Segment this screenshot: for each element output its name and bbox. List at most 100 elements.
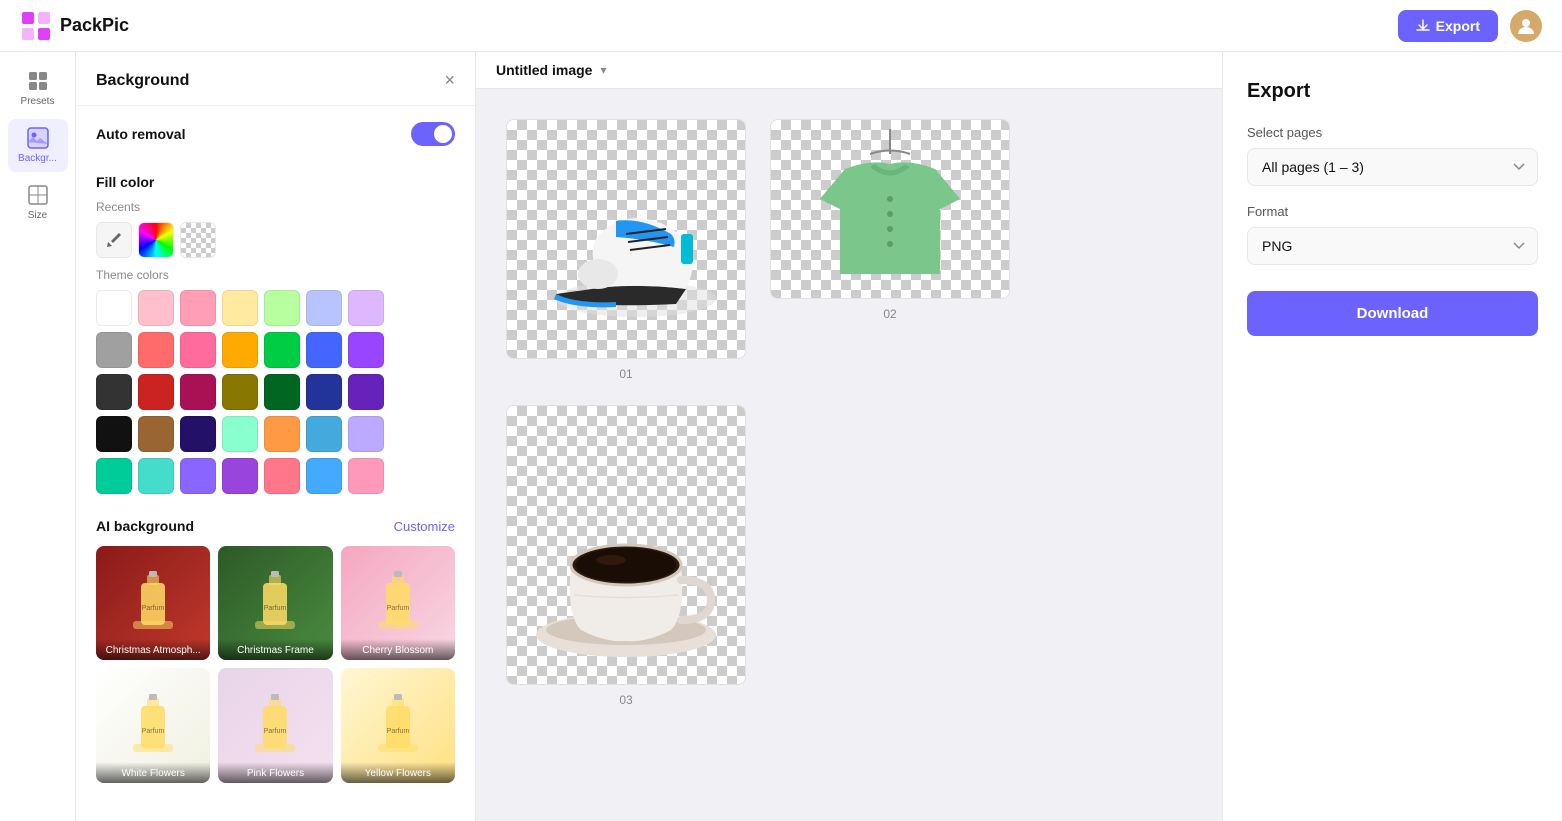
export-panel: Export Select pages All pages (1 – 3)Cur… <box>1222 52 1562 821</box>
ai-thumb-flowers1[interactable]: Parfum White Flowers <box>96 668 210 782</box>
shirt-product-image <box>790 129 990 289</box>
color-swatch[interactable] <box>348 374 384 410</box>
auto-removal-toggle[interactable] <box>411 122 455 146</box>
canvas-page-02-bg[interactable] <box>770 119 1010 299</box>
avatar[interactable] <box>1510 10 1542 42</box>
download-button[interactable]: Download <box>1247 291 1538 336</box>
download-icon <box>1416 19 1430 33</box>
color-swatch[interactable] <box>306 290 342 326</box>
color-swatch[interactable] <box>306 458 342 494</box>
ai-thumbnails-grid: Parfum Christmas Atmosph... Parfum Chris… <box>96 546 455 783</box>
color-swatch[interactable] <box>222 458 258 494</box>
shoe-product-image <box>526 139 726 339</box>
color-swatch[interactable] <box>306 332 342 368</box>
ai-header: AI background Customize <box>96 518 455 534</box>
color-swatch[interactable] <box>264 290 300 326</box>
color-swatch[interactable] <box>96 374 132 410</box>
color-swatch[interactable] <box>306 374 342 410</box>
ai-thumb-label: Christmas Frame <box>218 639 332 660</box>
fill-color-section: Fill color Recents Theme colors <box>76 174 475 510</box>
color-swatch[interactable] <box>138 458 174 494</box>
color-swatch[interactable] <box>348 458 384 494</box>
select-pages-label: Select pages <box>1247 125 1538 140</box>
select-pages-dropdown[interactable]: All pages (1 – 3)Current pagePage 1Page … <box>1247 148 1538 186</box>
app-name: PackPic <box>60 15 129 36</box>
size-label: Size <box>28 210 47 221</box>
canvas-page-01-bg[interactable] <box>506 119 746 359</box>
svg-text:Parfum: Parfum <box>142 605 165 612</box>
canvas-page-03-bg[interactable] <box>506 405 746 685</box>
canvas-page-01: 01 <box>506 119 746 381</box>
canvas-dropdown-icon[interactable]: ▾ <box>600 63 606 77</box>
ai-thumb-christmas-frame[interactable]: Parfum Christmas Frame <box>218 546 332 660</box>
grid-icon <box>27 70 49 92</box>
canvas-header: Untitled image ▾ <box>476 52 1222 89</box>
background-label: Backgr... <box>18 153 57 164</box>
color-swatch[interactable] <box>222 290 258 326</box>
eyedropper-icon <box>106 232 122 248</box>
color-swatch[interactable] <box>348 290 384 326</box>
eyedropper-swatch[interactable] <box>96 222 132 258</box>
color-swatch[interactable] <box>222 416 258 452</box>
export-button[interactable]: Export <box>1398 10 1498 42</box>
canvas-page-03: 03 <box>506 405 746 707</box>
coffee-product-image <box>516 415 736 675</box>
color-swatch[interactable] <box>180 332 216 368</box>
presets-label: Presets <box>21 96 55 107</box>
format-label: Format <box>1247 204 1538 219</box>
svg-text:Parfum: Parfum <box>387 728 410 735</box>
auto-removal-label: Auto removal <box>96 126 185 142</box>
color-swatch[interactable] <box>222 332 258 368</box>
color-swatch[interactable] <box>138 332 174 368</box>
color-swatch[interactable] <box>264 458 300 494</box>
sidebar-item-background[interactable]: Backgr... <box>8 119 68 172</box>
color-swatch[interactable] <box>222 374 258 410</box>
theme-colors-label: Theme colors <box>96 268 455 282</box>
recents-label: Recents <box>96 200 455 214</box>
color-swatch[interactable] <box>264 416 300 452</box>
icon-sidebar: Presets Backgr... Size <box>0 52 76 821</box>
color-swatch[interactable] <box>348 332 384 368</box>
ai-thumb-label: Christmas Atmosph... <box>96 639 210 660</box>
packpic-logo-icon <box>20 10 52 42</box>
ai-thumb-flowers3[interactable]: Parfum Yellow Flowers <box>341 668 455 782</box>
sidebar-item-size[interactable]: Size <box>8 176 68 229</box>
sidebar-item-presets[interactable]: Presets <box>8 62 68 115</box>
ai-label: AI background <box>96 518 194 534</box>
color-swatch[interactable] <box>180 416 216 452</box>
color-swatch[interactable] <box>138 374 174 410</box>
color-swatch[interactable] <box>96 290 132 326</box>
color-swatch[interactable] <box>348 416 384 452</box>
ai-thumb-cherry-blossom[interactable]: Parfum Cherry Blossom <box>341 546 455 660</box>
color-swatch[interactable] <box>306 416 342 452</box>
color-swatch[interactable] <box>96 416 132 452</box>
svg-text:Parfum: Parfum <box>264 728 287 735</box>
auto-removal-section: Auto removal <box>76 106 475 174</box>
color-swatch[interactable] <box>180 374 216 410</box>
canvas-page-03-label: 03 <box>619 693 632 707</box>
canvas-area: Untitled image ▾ <box>476 52 1222 821</box>
background-icon <box>27 127 49 149</box>
color-swatch[interactable] <box>180 458 216 494</box>
color-swatch[interactable] <box>138 416 174 452</box>
ai-thumb-flowers2[interactable]: Parfum Pink Flowers <box>218 668 332 782</box>
color-swatch[interactable] <box>264 374 300 410</box>
color-swatch[interactable] <box>180 290 216 326</box>
fill-color-label: Fill color <box>96 174 455 190</box>
rainbow-swatch[interactable] <box>138 222 174 258</box>
color-swatch[interactable] <box>138 290 174 326</box>
ai-thumb-christmas-atmos[interactable]: Parfum Christmas Atmosph... <box>96 546 210 660</box>
size-icon <box>27 184 49 206</box>
canvas-page-02: 02 <box>770 119 1010 381</box>
svg-text:Parfum: Parfum <box>142 728 165 735</box>
ai-thumb-label: White Flowers <box>96 762 210 783</box>
transparent-swatch[interactable] <box>180 222 216 258</box>
close-button[interactable]: × <box>444 70 455 91</box>
color-swatch[interactable] <box>264 332 300 368</box>
customize-link[interactable]: Customize <box>394 519 455 534</box>
format-dropdown[interactable]: PNGJPGWebPSVG <box>1247 227 1538 265</box>
color-swatch[interactable] <box>96 458 132 494</box>
color-swatch[interactable] <box>96 332 132 368</box>
ai-thumb-label: Pink Flowers <box>218 762 332 783</box>
toggle-thumb <box>434 125 452 143</box>
